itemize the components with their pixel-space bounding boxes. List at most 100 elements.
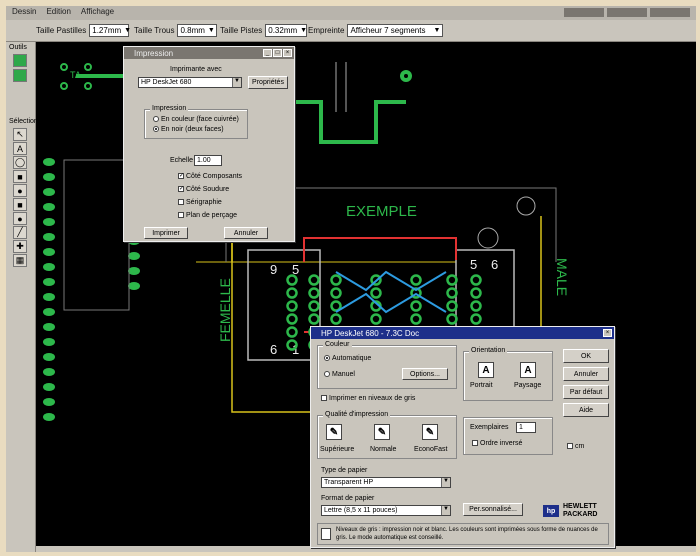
maximize-icon[interactable]: □ <box>273 49 282 57</box>
format-papier-value: Lettre (8,5 x 11 pouces) <box>324 507 398 514</box>
format-papier-select[interactable]: Lettre (8,5 x 11 pouces) ▼ <box>321 505 451 516</box>
impression-group-label: Impression <box>150 105 189 112</box>
male-label: MALE <box>554 258 570 296</box>
printer-value: HP DeskJet 680 <box>141 79 192 86</box>
ok-button[interactable]: OK <box>563 349 609 363</box>
taille-pastilles-select[interactable]: 1.27mm ▼ <box>89 24 132 37</box>
pad-tool-icon[interactable]: ◯ <box>13 156 27 169</box>
chevron-down-icon: ▼ <box>124 27 132 34</box>
taille-pastilles-value: 1.27mm <box>92 26 122 35</box>
portrait-icon[interactable]: A <box>478 362 494 378</box>
mount-hole <box>516 196 536 216</box>
minimize-icon[interactable]: _ <box>263 49 272 57</box>
empreinte-value: Afficheur 7 segments <box>350 26 426 35</box>
pin-label-6: 6 <box>270 342 277 357</box>
pad <box>43 398 55 406</box>
ic-outline <box>63 159 130 311</box>
printer-select[interactable]: HP DeskJet 680 ▼ <box>138 77 242 88</box>
crosshair-tool-icon[interactable]: ✚ <box>13 240 27 253</box>
mount-hole <box>477 227 499 249</box>
taille-trous-group: Taille Trous 0.8mm ▼ <box>134 24 218 37</box>
imprimante-label: Imprimante avec <box>170 66 222 73</box>
application-window: Dessin Edition Affichage Taille Pastille… <box>6 6 696 552</box>
grid-tool-icon[interactable]: ▦ <box>13 254 27 267</box>
check-label: Plan de perçage <box>186 212 237 219</box>
check-cote-composants[interactable]: ✓ Côté Composants <box>178 173 242 180</box>
impression-dialog: Impression _ □ × Imprimante avec HP Desk… <box>123 46 295 242</box>
check-ordre-inverse[interactable]: Ordre inversé <box>472 440 522 447</box>
personnalise-button[interactable]: Per.sonnalisé... <box>463 503 523 516</box>
pad <box>470 313 482 325</box>
radio-couleur-label: En couleur (face cuivrée) <box>161 116 239 123</box>
par-defaut-button[interactable]: Par défaut <box>563 385 609 399</box>
pin-label-9: 9 <box>270 262 277 277</box>
green-tool-button[interactable] <box>13 69 27 82</box>
radio-label: Manuel <box>332 371 355 378</box>
ta-label: TA <box>70 70 81 80</box>
hp-dialog-titlebar: HP DeskJet 680 - 7.3C Doc × <box>311 327 614 339</box>
proprietes-button[interactable]: Propriétés <box>248 76 288 89</box>
normale-icon[interactable]: ✎ <box>374 424 390 440</box>
imprimer-button[interactable]: Imprimer <box>144 227 188 239</box>
pad <box>470 274 482 286</box>
annuler-button[interactable]: Annuler <box>224 227 268 239</box>
options-button[interactable]: Options... <box>402 368 448 380</box>
menu-item-dessin[interactable]: Dessin <box>12 7 36 16</box>
taille-trous-label: Taille Trous <box>134 26 175 35</box>
window-button[interactable] <box>564 8 604 17</box>
taille-pastilles-group: Taille Pastilles 1.27mm ▼ <box>36 24 132 37</box>
close-icon[interactable]: × <box>603 329 612 337</box>
palette-caption: Sélection <box>9 118 38 125</box>
taille-pistes-select[interactable]: 0.32mm ▼ <box>265 24 308 37</box>
check-plan-de-percage[interactable]: Plan de perçage <box>178 212 237 219</box>
exemple-label: EXEMPLE <box>346 203 417 220</box>
pad <box>43 413 55 421</box>
type-papier-select[interactable]: Transparent HP ▼ <box>321 477 451 488</box>
taille-trous-select[interactable]: 0.8mm ▼ <box>177 24 218 37</box>
qualite-group: Qualité d'impression ✎ ✎ ✎ Supérieure No… <box>317 411 457 459</box>
radio-couleur[interactable]: En couleur (face cuivrée) <box>153 116 239 123</box>
type-papier-value: Transparent HP <box>324 479 374 486</box>
menu-item-edition[interactable]: Edition <box>46 7 70 16</box>
radio-manuel[interactable]: Manuel <box>324 371 355 378</box>
palette-caption: Outils <box>9 44 27 51</box>
check-serigraphie[interactable]: Sérigraphie <box>178 199 222 206</box>
green-tool-button[interactable] <box>13 54 27 67</box>
window-button[interactable] <box>650 8 690 17</box>
window-button[interactable] <box>607 8 647 17</box>
aide-button[interactable]: Aide <box>563 403 609 417</box>
check-niveaux-de-gris[interactable]: Imprimer en niveaux de gris <box>321 395 415 402</box>
radio-automatique[interactable]: Automatique <box>324 355 371 362</box>
impression-group: Impression En couleur (face cuivrée) En … <box>144 105 248 139</box>
check-label: Imprimer en niveaux de gris <box>329 395 416 402</box>
landscape-icon[interactable]: A <box>520 362 536 378</box>
close-icon[interactable]: × <box>283 49 292 57</box>
taille-pastilles-label: Taille Pastilles <box>36 26 87 35</box>
menu-item-affichage[interactable]: Affichage <box>81 7 114 16</box>
taille-pistes-group: Taille Pistes 0.32mm ▼ <box>220 24 308 37</box>
line-tool-icon[interactable]: ╱ <box>13 226 27 239</box>
square-tool-icon[interactable]: ■ <box>13 198 27 211</box>
pad <box>43 338 55 346</box>
check-cm[interactable]: cm <box>567 443 584 450</box>
exemplaires-input[interactable]: 1 <box>516 422 536 433</box>
superieure-icon[interactable]: ✎ <box>326 424 342 440</box>
round-pad-tool-icon[interactable]: ● <box>13 184 27 197</box>
radio-icon <box>153 126 159 133</box>
arrow-tool-icon[interactable]: ↖ <box>13 128 27 141</box>
annuler-button[interactable]: Annuler <box>563 367 609 381</box>
chevron-down-icon: ▼ <box>433 27 441 34</box>
square-pad-tool-icon[interactable]: ■ <box>13 170 27 183</box>
text-tool-icon[interactable]: A <box>13 142 27 155</box>
format-papier-label: Format de papier <box>321 495 375 502</box>
chevron-down-icon: ▼ <box>441 506 450 515</box>
radio-label: Automatique <box>332 355 372 362</box>
econofast-icon[interactable]: ✎ <box>422 424 438 440</box>
check-cote-soudure[interactable]: ✓ Côté Soudure <box>178 186 229 193</box>
empreinte-select[interactable]: Afficheur 7 segments ▼ <box>347 24 444 37</box>
radio-noir[interactable]: En noir (deux faces) <box>153 126 224 133</box>
paysage-label: Paysage <box>514 382 542 389</box>
dot-tool-icon[interactable]: ● <box>13 212 27 225</box>
echelle-input[interactable]: 1.00 <box>194 155 222 166</box>
chevron-down-icon: ▼ <box>232 78 241 87</box>
